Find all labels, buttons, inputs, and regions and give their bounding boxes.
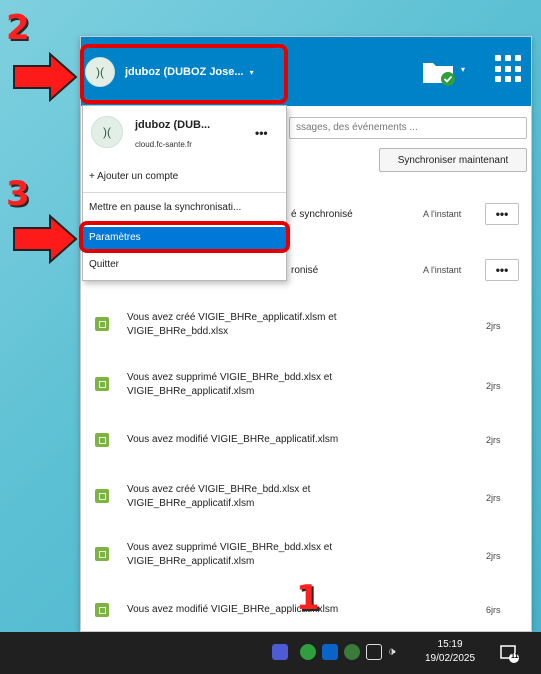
arrow-right-icon <box>13 52 78 102</box>
menu-divider <box>83 192 286 193</box>
search-input[interactable]: ssages, des événements ... <box>289 117 527 139</box>
clock[interactable]: 15:19 19/02/2025 <box>425 638 475 666</box>
more-options-button[interactable]: ••• <box>485 259 519 281</box>
notification-icon[interactable]: 11 <box>499 643 519 663</box>
spreadsheet-icon <box>95 603 109 617</box>
activity-time: 2jrs <box>486 493 501 503</box>
activity-text: Vous avez supprimé VIGIE_BHRe_bdd.xlsx e… <box>127 542 333 567</box>
arrow-right-icon <box>13 214 78 264</box>
folder-icon[interactable] <box>421 57 457 87</box>
nextcloud-tray-icon[interactable] <box>300 644 316 660</box>
quit-item[interactable]: Quitter <box>83 254 286 276</box>
account-dropdown-menu: )( jduboz (DUB... cloud.fc-sante.fr ••• … <box>82 105 287 281</box>
account-more-button[interactable]: ••• <box>255 126 268 140</box>
teams-icon[interactable] <box>272 644 288 660</box>
step-number-1: 1 <box>296 578 320 618</box>
add-account-item[interactable]: + Ajouter un compte <box>83 166 286 188</box>
pause-sync-item[interactable]: Mettre en pause la synchronisati... <box>83 197 286 219</box>
shield-icon[interactable] <box>344 644 360 660</box>
step-number-2: 2 <box>6 8 30 48</box>
outlook-icon[interactable] <box>322 644 338 660</box>
volume-icon[interactable]: 🕩 <box>388 644 406 660</box>
avatar: )( <box>91 116 123 148</box>
activity-text: Vous avez créé VIGIE_BHRe_applicatif.xls… <box>127 312 337 337</box>
spreadsheet-icon <box>95 377 109 391</box>
more-options-button[interactable]: ••• <box>485 203 519 225</box>
activity-time: A l'instant <box>423 265 462 275</box>
activity-time: 2jrs <box>486 381 501 391</box>
notification-count: 11 <box>511 653 519 660</box>
spreadsheet-icon <box>95 317 109 331</box>
spreadsheet-icon <box>95 547 109 561</box>
spreadsheet-icon <box>95 489 109 503</box>
clock-time: 15:19 <box>437 639 463 650</box>
activity-time: 2jrs <box>486 321 501 331</box>
highlight-box-settings <box>79 221 290 253</box>
folder-chevron-icon[interactable]: ▾ <box>461 65 465 74</box>
clock-date: 19/02/2025 <box>425 653 476 664</box>
activity-time: 2jrs <box>486 435 501 445</box>
taskbar: 🕩 15:19 19/02/2025 11 <box>0 632 541 674</box>
highlight-box-account <box>80 44 288 104</box>
activity-text: Vous avez créé VIGIE_BHRe_bdd.xlsx et VI… <box>127 484 311 509</box>
menu-account-server: cloud.fc-sante.fr <box>135 140 192 149</box>
activity-time: A l'instant <box>423 209 462 219</box>
sync-now-button[interactable]: Synchroniser maintenant <box>379 148 527 172</box>
spreadsheet-icon <box>95 433 109 447</box>
activity-text: Vous avez modifié VIGIE_BHRe_applicatif.… <box>127 604 339 615</box>
activity-time: 2jrs <box>486 551 501 561</box>
apps-grid-icon[interactable] <box>495 55 523 83</box>
activity-text: Vous avez supprimé VIGIE_BHRe_bdd.xlsx e… <box>127 372 333 397</box>
menu-account-name: jduboz (DUB... <box>135 119 211 131</box>
network-icon[interactable] <box>366 644 382 660</box>
activity-time: 6jrs <box>486 605 501 615</box>
activity-text: Vous avez modifié VIGIE_BHRe_applicatif.… <box>127 434 339 445</box>
menu-account-entry[interactable]: )( jduboz (DUB... cloud.fc-sante.fr ••• <box>83 106 286 162</box>
step-number-3: 3 <box>6 174 30 214</box>
